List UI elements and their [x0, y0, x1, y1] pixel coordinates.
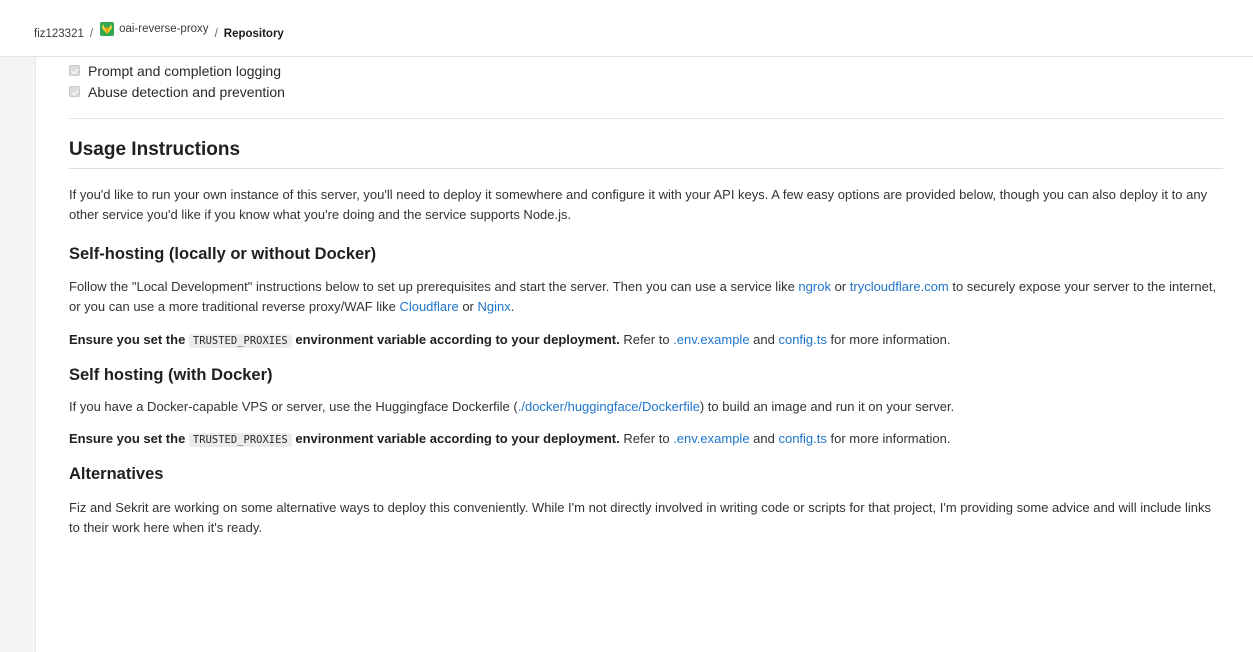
strong-text: Ensure you set the TRUSTED_PROXIES envir… — [69, 431, 620, 447]
text-span: . — [510, 299, 515, 314]
breadcrumb-separator: / — [89, 27, 94, 40]
text-span: Ensure you set the — [69, 332, 189, 347]
text-span: for more information. — [826, 332, 951, 347]
checked-checkbox-icon — [69, 65, 80, 76]
alternatives-paragraph: Fiz and Sekrit are working on some alter… — [69, 500, 1212, 535]
breadcrumb-project[interactable]: oai-reverse-proxy — [99, 21, 209, 37]
checklist-item: Prompt and completion logging — [69, 60, 1223, 81]
text-span: environment variable according to your d… — [291, 431, 620, 446]
text-span: Refer to — [619, 431, 674, 446]
readme-content: Prompt and completion logging Abuse dete… — [35, 57, 1253, 652]
docker-paragraph: If you have a Docker-capable VPS or serv… — [69, 397, 1223, 417]
text-span: environment variable according to your d… — [291, 332, 620, 347]
text-span: and — [749, 332, 779, 347]
alternatives-heading: Alternatives — [69, 465, 164, 483]
readme-body: Prompt and completion logging Abuse dete… — [69, 57, 1223, 538]
page-background: Prompt and completion logging Abuse dete… — [0, 57, 1253, 652]
trusted-proxies-note: Ensure you set the TRUSTED_PROXIES envir… — [69, 429, 1223, 450]
env-var-code: TRUSTED_PROXIES — [188, 433, 292, 447]
checked-checkbox-icon — [69, 86, 80, 97]
text-span: ) to build an image and run it on your s… — [699, 399, 955, 414]
config-ts-link[interactable]: config.ts — [778, 431, 826, 446]
text-span: Follow the "Local Development" instructi… — [69, 279, 799, 294]
cloudflare-link[interactable]: Cloudflare — [399, 299, 458, 314]
self-hosting-paragraph: Follow the "Local Development" instructi… — [69, 277, 1223, 317]
nginx-link[interactable]: Nginx — [478, 299, 511, 314]
tanuki-icon — [100, 21, 115, 36]
checklist-item-label: Abuse detection and prevention — [88, 83, 285, 100]
breadcrumb-project-label: oai-reverse-proxy — [119, 22, 209, 35]
text-span: If you have a Docker-capable VPS or serv… — [69, 399, 518, 414]
trycloudflare-link[interactable]: trycloudflare.com — [850, 279, 949, 294]
text-span: Ensure you set the — [69, 431, 189, 446]
breadcrumb-separator: / — [214, 27, 218, 40]
breadcrumb: fiz123321 / oai-reverse-proxy / Repository — [34, 21, 284, 40]
usage-intro-paragraph: If you'd like to run your own instance o… — [69, 187, 1208, 222]
trusted-proxies-note: Ensure you set the TRUSTED_PROXIES envir… — [69, 330, 1223, 351]
usage-instructions-heading: Usage Instructions — [69, 139, 1223, 169]
dockerfile-link[interactable]: ./docker/huggingface/Dockerfile — [518, 399, 700, 414]
breadcrumb-user[interactable]: fiz123321 — [34, 28, 84, 40]
self-hosting-heading: Self-hosting (locally or without Docker) — [69, 245, 377, 263]
top-bar: fiz123321 / oai-reverse-proxy / Repository — [0, 0, 1253, 57]
text-span: or — [830, 279, 850, 294]
text-span: or — [458, 299, 478, 314]
text-span: Refer to — [619, 332, 674, 347]
env-example-link[interactable]: .env.example — [673, 332, 749, 347]
checklist-item-label: Prompt and completion logging — [88, 62, 282, 79]
ngrok-link[interactable]: ngrok — [798, 279, 831, 294]
docker-heading: Self hosting (with Docker) — [69, 366, 273, 384]
text-span: and — [749, 431, 779, 446]
strong-text: Ensure you set the TRUSTED_PROXIES envir… — [69, 332, 620, 348]
checklist-item: Abuse detection and prevention — [69, 81, 1223, 102]
env-example-link[interactable]: .env.example — [673, 431, 749, 446]
config-ts-link[interactable]: config.ts — [778, 332, 826, 347]
env-var-code: TRUSTED_PROXIES — [188, 334, 292, 348]
text-span: for more information. — [826, 431, 951, 446]
breadcrumb-current: Repository — [223, 27, 284, 40]
horizontal-rule — [69, 118, 1223, 119]
